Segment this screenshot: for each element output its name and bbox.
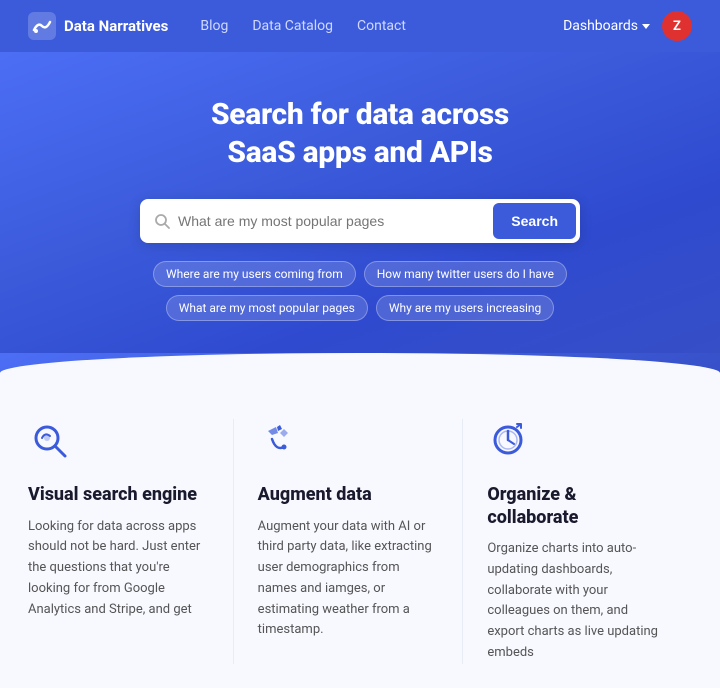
dashboards-menu[interactable]: Dashboards: [563, 18, 650, 34]
hero-title-line2: SaaS apps and APIs: [227, 135, 492, 170]
pill-0[interactable]: Where are my users coming from: [153, 261, 356, 287]
feature-title-1: Augment data: [258, 484, 439, 507]
nav-right: Dashboards Z: [563, 11, 692, 41]
wave-divider: [0, 353, 720, 383]
feature-icon-2: [487, 419, 668, 470]
nav-contact[interactable]: Contact: [357, 18, 406, 34]
feature-card-2: Organize & collaborate Organize charts i…: [463, 419, 692, 664]
feature-icon-0: [28, 419, 209, 470]
hero-title-line1: Search for data across: [211, 97, 509, 132]
nav-blog[interactable]: Blog: [200, 18, 228, 34]
search-icon: [154, 213, 170, 229]
logo-text: Data Narratives: [64, 17, 168, 35]
nav-data-catalog[interactable]: Data Catalog: [252, 18, 333, 34]
pill-2[interactable]: What are my most popular pages: [166, 295, 368, 321]
feature-title-2: Organize & collaborate: [487, 484, 668, 529]
feature-icon-1: [258, 419, 439, 470]
avatar-letter: Z: [673, 19, 681, 34]
feature-desc-1: Augment your data with AI or third party…: [258, 517, 439, 642]
pill-1[interactable]: How many twitter users do I have: [364, 261, 567, 287]
features-section: Visual search engine Looking for data ac…: [0, 383, 720, 688]
chevron-down-icon: [642, 24, 650, 29]
logo[interactable]: Data Narratives: [28, 12, 168, 40]
feature-desc-2: Organize charts into auto-updating dashb…: [487, 539, 668, 664]
suggestion-pills: Where are my users coming from How many …: [28, 261, 692, 321]
avatar[interactable]: Z: [662, 11, 692, 41]
feature-title-0: Visual search engine: [28, 484, 209, 507]
search-bar: Search: [140, 199, 580, 243]
search-button[interactable]: Search: [493, 203, 576, 239]
feature-card-1: Augment data Augment your data with AI o…: [234, 419, 464, 664]
dashboards-label: Dashboards: [563, 18, 638, 34]
feature-card-0: Visual search engine Looking for data ac…: [28, 419, 234, 664]
navbar: Data Narratives Blog Data Catalog Contac…: [0, 0, 720, 52]
feature-desc-0: Looking for data across apps should not …: [28, 517, 209, 621]
hero-title: Search for data across SaaS apps and API…: [28, 96, 692, 171]
hero-section: Search for data across SaaS apps and API…: [0, 52, 720, 353]
pill-3[interactable]: Why are my users increasing: [376, 295, 554, 321]
search-input[interactable]: [178, 213, 493, 229]
logo-icon: [28, 12, 56, 40]
nav-links: Blog Data Catalog Contact: [200, 18, 563, 34]
